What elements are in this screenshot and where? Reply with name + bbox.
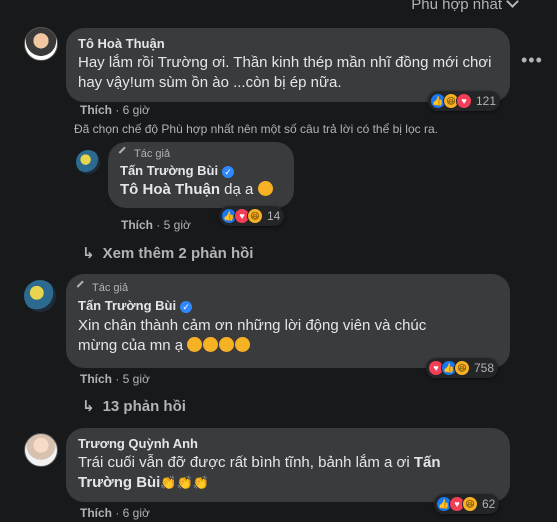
like-link[interactable]: Thích — [80, 372, 112, 386]
reaction-count: 121 — [476, 94, 497, 108]
more-options-icon[interactable]: ••• — [521, 50, 543, 71]
haha-reaction-icon: 😆 — [247, 208, 263, 224]
comment-author[interactable]: Trương Quỳnh Anh — [78, 436, 498, 451]
comment-meta: Thích · 6 giờ — [80, 103, 150, 117]
reply-text: Tô Hoà Thuận dạ a — [120, 180, 282, 200]
pencil-icon — [118, 146, 132, 160]
like-link[interactable]: Thích — [80, 506, 112, 520]
kiss-emoji-icon — [203, 337, 219, 352]
comment-author[interactable]: Tô Hoà Thuận — [78, 36, 498, 51]
timestamp[interactable]: 5 giờ — [164, 218, 191, 232]
avatar[interactable] — [24, 27, 58, 61]
filter-note: Đã chọn chế độ Phù hợp nhất nên một số c… — [74, 122, 438, 136]
haha-reaction-icon: 😆 — [462, 496, 478, 512]
timestamp[interactable]: 6 giờ — [123, 103, 150, 117]
haha-reaction-icon: 😆 — [454, 360, 470, 376]
chevron-down-icon — [506, 0, 519, 8]
mention-link[interactable]: Tô Hoà Thuận — [120, 181, 220, 198]
reply-arrow-icon: ↳ — [82, 398, 95, 415]
like-link[interactable]: Thích — [80, 103, 112, 117]
reply-arrow-icon: ↳ — [82, 245, 95, 262]
reaction-count: 62 — [482, 497, 496, 511]
love-reaction-icon: ♥ — [456, 93, 472, 109]
grin-emoji-icon — [257, 181, 273, 196]
timestamp[interactable]: 5 giờ — [123, 372, 150, 386]
reply-author[interactable]: Tấn Trường Bùi ✓ — [120, 163, 282, 178]
author-tag: Tác giả — [76, 280, 498, 294]
view-replies[interactable]: ↳ 13 phản hồi — [82, 397, 186, 415]
sort-dropdown[interactable]: Phù hợp nhất — [411, 0, 519, 13]
comment-bubble: Tác giả Tấn Trường Bùi ✓ Xin chân thành c… — [66, 274, 510, 368]
kiss-emoji-icon — [219, 337, 235, 352]
reaction-summary[interactable]: 👍 ♥ 😆 62 — [434, 494, 500, 514]
clap-emoji-icon: 👏👏👏 — [160, 475, 209, 490]
comment-text: Xin chân thành cảm ơn những lời động viê… — [78, 317, 427, 354]
comment-text: Hay lắm rồi Trường ơi. Thần kinh thép mầ… — [78, 54, 492, 91]
pencil-icon — [76, 280, 90, 294]
avatar[interactable] — [24, 433, 58, 467]
comment-author[interactable]: Tấn Trường Bùi ✓ — [78, 298, 498, 313]
kiss-emoji-icon — [235, 337, 251, 352]
reply-meta: Thích · 5 giờ — [121, 218, 191, 232]
reaction-summary[interactable]: 👍 ♥ 😆 14 — [219, 206, 285, 226]
reply-bubble: Tác giả Tấn Trường Bùi ✓ Tô Hoà Thuận dạ … — [108, 142, 294, 208]
timestamp[interactable]: 6 giờ — [123, 506, 150, 520]
sort-label: Phù hợp nhất — [411, 0, 502, 13]
reaction-count: 14 — [267, 209, 281, 223]
avatar[interactable] — [24, 280, 56, 312]
kiss-emoji-icon — [187, 337, 203, 352]
reaction-summary[interactable]: 👍 😆 ♥ 121 — [428, 91, 501, 111]
verified-badge-icon: ✓ — [222, 165, 235, 178]
author-tag: Tác giả — [118, 146, 282, 160]
reaction-count: 758 — [474, 361, 495, 375]
comment-text: Trái cuối vẫn đỡ được rất bình tĩnh, bản… — [78, 454, 441, 491]
view-more-replies[interactable]: ↳ Xem thêm 2 phản hồi — [82, 244, 253, 262]
comment-meta: Thích · 5 giờ — [80, 372, 150, 386]
avatar[interactable] — [76, 150, 100, 174]
reaction-summary[interactable]: ♥ 👍 😆 758 — [426, 358, 499, 378]
comment-bubble: Trương Quỳnh Anh Trái cuối vẫn đỡ được r… — [66, 428, 510, 502]
comment-meta: Thích · 6 giờ — [80, 506, 150, 520]
like-link[interactable]: Thích — [121, 218, 153, 232]
verified-badge-icon: ✓ — [180, 300, 193, 313]
